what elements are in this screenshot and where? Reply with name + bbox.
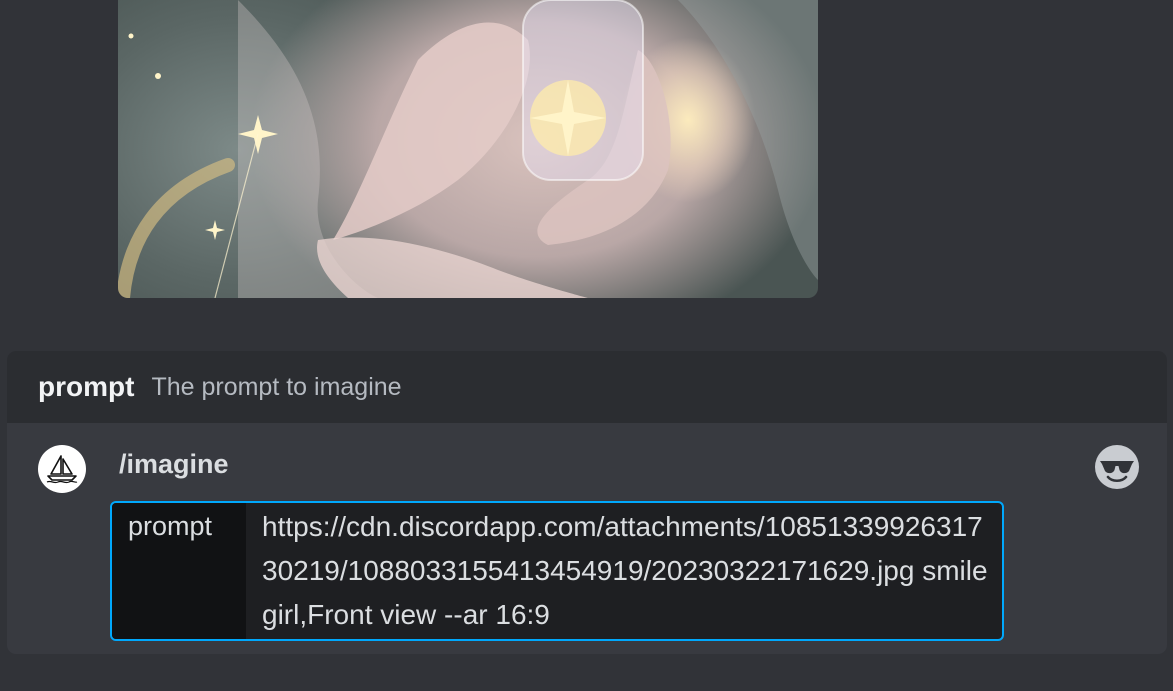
prompt-option-label: prompt [112, 503, 246, 639]
option-hint-bar: prompt The prompt to imagine [7, 351, 1167, 423]
bot-avatar [38, 445, 86, 493]
emoji-picker-button[interactable] [1094, 444, 1140, 490]
slash-command-panel: prompt The prompt to imagine /imagine pr… [7, 351, 1167, 654]
option-hint-description: The prompt to imagine [151, 372, 402, 401]
prompt-input[interactable]: https://cdn.discordapp.com/attachments/1… [246, 503, 1002, 639]
image-attachment[interactable] [118, 0, 818, 298]
prompt-option-field[interactable]: prompt https://cdn.discordapp.com/attach… [110, 501, 1004, 641]
chat-area: prompt The prompt to imagine /imagine pr… [0, 0, 1173, 691]
illustration-art [118, 0, 818, 298]
sunglasses-emoji-icon [1095, 445, 1139, 489]
sailboat-icon [46, 455, 78, 484]
option-hint-name: prompt [38, 371, 135, 402]
command-name: /imagine [119, 449, 229, 479]
